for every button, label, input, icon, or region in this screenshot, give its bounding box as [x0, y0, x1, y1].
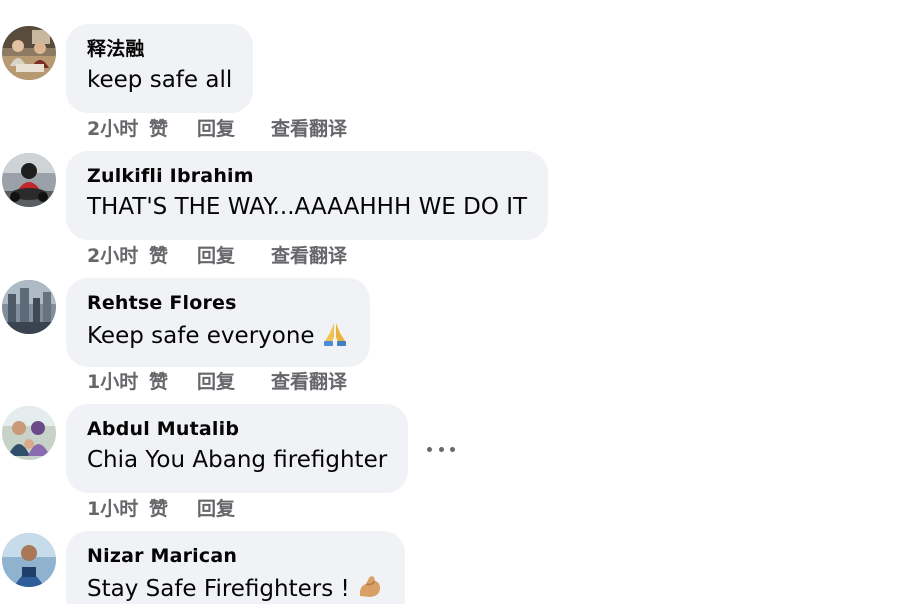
comment-actions: 1小时赞回复 [87, 497, 271, 521]
comment-timestamp[interactable]: 2小时 [87, 244, 149, 268]
motorbike-rider-avatar [2, 153, 56, 207]
comment-text: THAT'S THE WAY...AAAAHHH WE DO IT [87, 194, 528, 220]
reply-button[interactable]: 回复 [197, 497, 271, 521]
see-translation-button[interactable]: 查看翻译 [271, 244, 347, 268]
comment-thread: 释法融 keep safe all 2小时赞回复 查看翻译 Zulkifli Ib… [0, 0, 900, 604]
folded-hands-icon [321, 319, 349, 355]
more-options-icon[interactable] [426, 439, 456, 459]
comment-text: Chia You Abang firefighter [87, 447, 388, 473]
dot [450, 446, 455, 452]
like-button[interactable]: 赞 [149, 497, 197, 521]
avatar[interactable] [2, 406, 56, 460]
see-translation-button[interactable]: 查看翻译 [271, 117, 347, 141]
reply-button[interactable]: 回复 [197, 244, 271, 268]
avatar[interactable] [2, 153, 56, 207]
comment-bubble: Abdul Mutalib Chia You Abang firefighter [66, 404, 409, 493]
comment-actions: 1小时赞回复 查看翻译 [87, 370, 347, 394]
comment-author[interactable]: Rehtse Flores [87, 291, 349, 315]
comment-author[interactable]: Zulkifli Ibrahim [87, 164, 527, 188]
family-photo-avatar [2, 406, 56, 460]
comment-text-content: Keep safe everyone [87, 323, 315, 349]
reply-button[interactable]: 回复 [197, 117, 271, 141]
man-outdoors-avatar [2, 533, 56, 587]
like-button[interactable]: 赞 [149, 117, 197, 141]
like-button[interactable]: 赞 [149, 244, 197, 268]
comment-text: Keep safe everyone [87, 319, 349, 355]
dot [438, 446, 444, 452]
comment-bubble: Nizar Marican Stay Safe Firefighters ! [66, 531, 405, 604]
comment-bubble: Rehtse Flores Keep safe everyone [66, 278, 370, 367]
comment-bubble: 释法融 keep safe all [66, 24, 254, 113]
see-translation-button[interactable]: 查看翻译 [271, 370, 347, 394]
avatar[interactable] [2, 280, 56, 334]
avatar[interactable] [2, 26, 56, 80]
comment-actions: 2小时赞回复 查看翻译 [87, 117, 347, 141]
comment-timestamp[interactable]: 1小时 [87, 370, 149, 394]
flexed-biceps-icon [356, 572, 384, 604]
avatar[interactable] [2, 533, 56, 587]
comment-bubble: Zulkifli Ibrahim THAT'S THE WAY...AAAAHH… [66, 151, 549, 240]
comment-text-content: Stay Safe Firefighters ! [87, 576, 350, 602]
comment-author[interactable]: Nizar Marican [87, 544, 384, 568]
monks-at-table-avatar [2, 26, 56, 80]
comment-author[interactable]: 释法融 [87, 37, 232, 61]
comment-text: keep safe all [87, 67, 233, 93]
like-button[interactable]: 赞 [149, 370, 197, 394]
comment-actions: 2小时赞回复 查看翻译 [87, 244, 347, 268]
dot [427, 446, 432, 452]
comment-timestamp[interactable]: 2小时 [87, 117, 149, 141]
comment-text: Stay Safe Firefighters ! [87, 572, 384, 604]
city-skyline-avatar [2, 280, 56, 334]
reply-button[interactable]: 回复 [197, 370, 271, 394]
comment-author[interactable]: Abdul Mutalib [87, 417, 387, 441]
comment-timestamp[interactable]: 1小时 [87, 497, 149, 521]
